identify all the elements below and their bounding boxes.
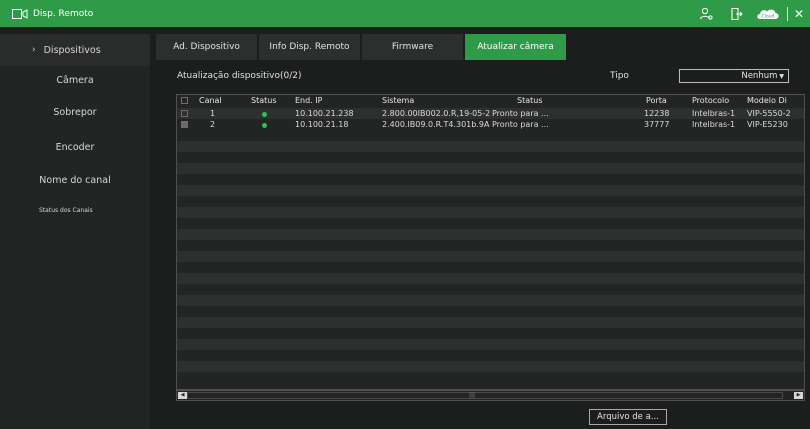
close-icon[interactable]: ✕ (794, 8, 804, 20)
cell-canal: 2 (210, 120, 216, 129)
scroll-left-icon[interactable]: ◀ (178, 392, 187, 399)
select-all-checkbox[interactable] (181, 97, 188, 104)
cell-status: Pronto para ... (492, 120, 549, 129)
column-header-modelo: Modelo Di (747, 96, 787, 105)
row-checkbox[interactable] (181, 121, 188, 128)
cell-protocolo: Intelbras-1 (692, 120, 736, 129)
column-header-status-2: Status (517, 96, 543, 105)
empty-table-row (177, 273, 804, 284)
cell-sistema: 2.800.00IB002.0.R,19-05-2020 (382, 109, 490, 118)
empty-table-row (177, 240, 804, 251)
horizontal-scrollbar[interactable]: ◀ ||| ▶ (176, 390, 805, 401)
cell-sistema: 2.400.IB09.0.R.T4.301b.9A... (382, 120, 490, 129)
column-header-protocolo: Protocolo (692, 96, 730, 105)
online-status-dot (262, 123, 267, 128)
tipo-label: Tipo (610, 71, 629, 81)
window-title: Disp. Remoto (33, 8, 94, 19)
cell-canal: 1 (210, 109, 216, 118)
user-icon[interactable] (695, 4, 717, 24)
online-status-dot (262, 112, 267, 117)
chevron-down-icon: ▼ (779, 72, 784, 80)
cloud-label: Cloud (762, 13, 775, 19)
cell-porta: 12238 (644, 109, 670, 118)
sidebar-item-label: Sobrepor (53, 107, 97, 118)
cell-status: Pronto para ... (492, 109, 549, 118)
empty-table-row (177, 306, 804, 317)
title-bar: Disp. Remoto Cloud ✕ (0, 0, 810, 27)
empty-table-row (177, 130, 804, 141)
empty-table-row (177, 251, 804, 262)
sidebar-item-dispositivos[interactable]: › Dispositivos (0, 34, 150, 66)
empty-table-row (177, 372, 804, 383)
empty-table-row (177, 317, 804, 328)
empty-table-row (177, 141, 804, 152)
empty-table-row (177, 185, 804, 196)
sidebar-item-label: Câmera (56, 74, 94, 86)
scroll-thumb[interactable] (187, 392, 783, 399)
chevron-right-icon: › (32, 45, 36, 55)
cell-protocolo: Intelbras-1 (692, 109, 736, 118)
tab-bar: Ad. Dispositivo Info Disp. Remoto Firmwa… (156, 34, 568, 60)
sidebar-item-camera[interactable]: Câmera (0, 66, 150, 94)
empty-table-row (177, 229, 804, 240)
empty-table-row (177, 262, 804, 273)
empty-table-row (177, 163, 804, 174)
sidebar-item-label: Nome do canal (39, 174, 111, 186)
tipo-select[interactable]: Nenhum ▼ (679, 69, 789, 83)
sidebar: › Dispositivos Câmera Sobrepor Encoder N… (0, 34, 150, 429)
empty-table-row (177, 218, 804, 229)
arquivo-button[interactable]: Arquivo de a... (589, 409, 667, 425)
empty-table-row (177, 361, 804, 372)
sidebar-item-sobrepor[interactable]: Sobrepor (0, 94, 150, 131)
device-table: Canal Status End. IP Sistema Status Port… (176, 94, 805, 390)
sidebar-item-nome-do-canal[interactable]: Nome do canal (0, 164, 150, 196)
column-header-status: Status (251, 96, 277, 105)
logout-icon[interactable] (725, 4, 747, 24)
tab-atualizar-camera[interactable]: Atualizar câmera (465, 34, 566, 60)
table-row[interactable]: 1 10.100.21.238 2.800.00IB002.0.R,19-05-… (177, 108, 804, 119)
sidebar-item-label: Dispositivos (43, 44, 101, 56)
cloud-icon[interactable]: Cloud (755, 4, 781, 24)
empty-table-row (177, 350, 804, 361)
table-row[interactable]: 2 10.100.21.18 2.400.IB09.0.R.T4.301b.9A… (177, 119, 804, 130)
row-checkbox[interactable] (181, 110, 188, 117)
cell-ip: 10.100.21.18 (295, 120, 349, 129)
sidebar-item-encoder[interactable]: Encoder (0, 131, 150, 164)
sidebar-item-label: Encoder (55, 142, 95, 153)
empty-table-row (177, 295, 804, 306)
tab-info-disp-remoto[interactable]: Info Disp. Remoto (259, 34, 360, 60)
cell-ip: 10.100.21.238 (295, 109, 354, 118)
empty-table-row (177, 284, 804, 295)
cell-modelo: VIP-5550-2 (747, 109, 791, 118)
empty-table-row (177, 196, 804, 207)
table-header-row: Canal Status End. IP Sistema Status Port… (177, 95, 804, 106)
update-count-title: Atualização dispositivo(0/2) (177, 71, 302, 81)
column-header-canal: Canal (199, 96, 222, 105)
sidebar-item-status-dos-canais[interactable]: Status dos Canais (0, 196, 150, 224)
cell-porta: 37777 (644, 120, 670, 129)
tipo-select-value: Nenhum (741, 71, 778, 81)
empty-table-row (177, 207, 804, 218)
empty-table-row (177, 339, 804, 350)
column-header-sistema: Sistema (382, 96, 415, 105)
remote-device-icon (12, 8, 28, 19)
empty-table-row (177, 174, 804, 185)
tab-ad-dispositivo[interactable]: Ad. Dispositivo (156, 34, 257, 60)
column-header-porta: Porta (646, 96, 667, 105)
empty-table-row (177, 328, 804, 339)
empty-table-row (177, 152, 804, 163)
scroll-right-icon[interactable]: ▶ (794, 392, 803, 399)
cell-modelo: VIP-E5230 (747, 120, 788, 129)
column-header-ip: End. IP (295, 96, 323, 105)
content-header: Atualização dispositivo(0/2) Tipo Nenhum… (156, 60, 810, 90)
tab-firmware[interactable]: Firmware (362, 34, 463, 60)
scroll-grip-icon: ||| (469, 392, 476, 399)
sidebar-item-label: Status dos Canais (39, 206, 93, 214)
titlebar-divider (786, 6, 788, 21)
